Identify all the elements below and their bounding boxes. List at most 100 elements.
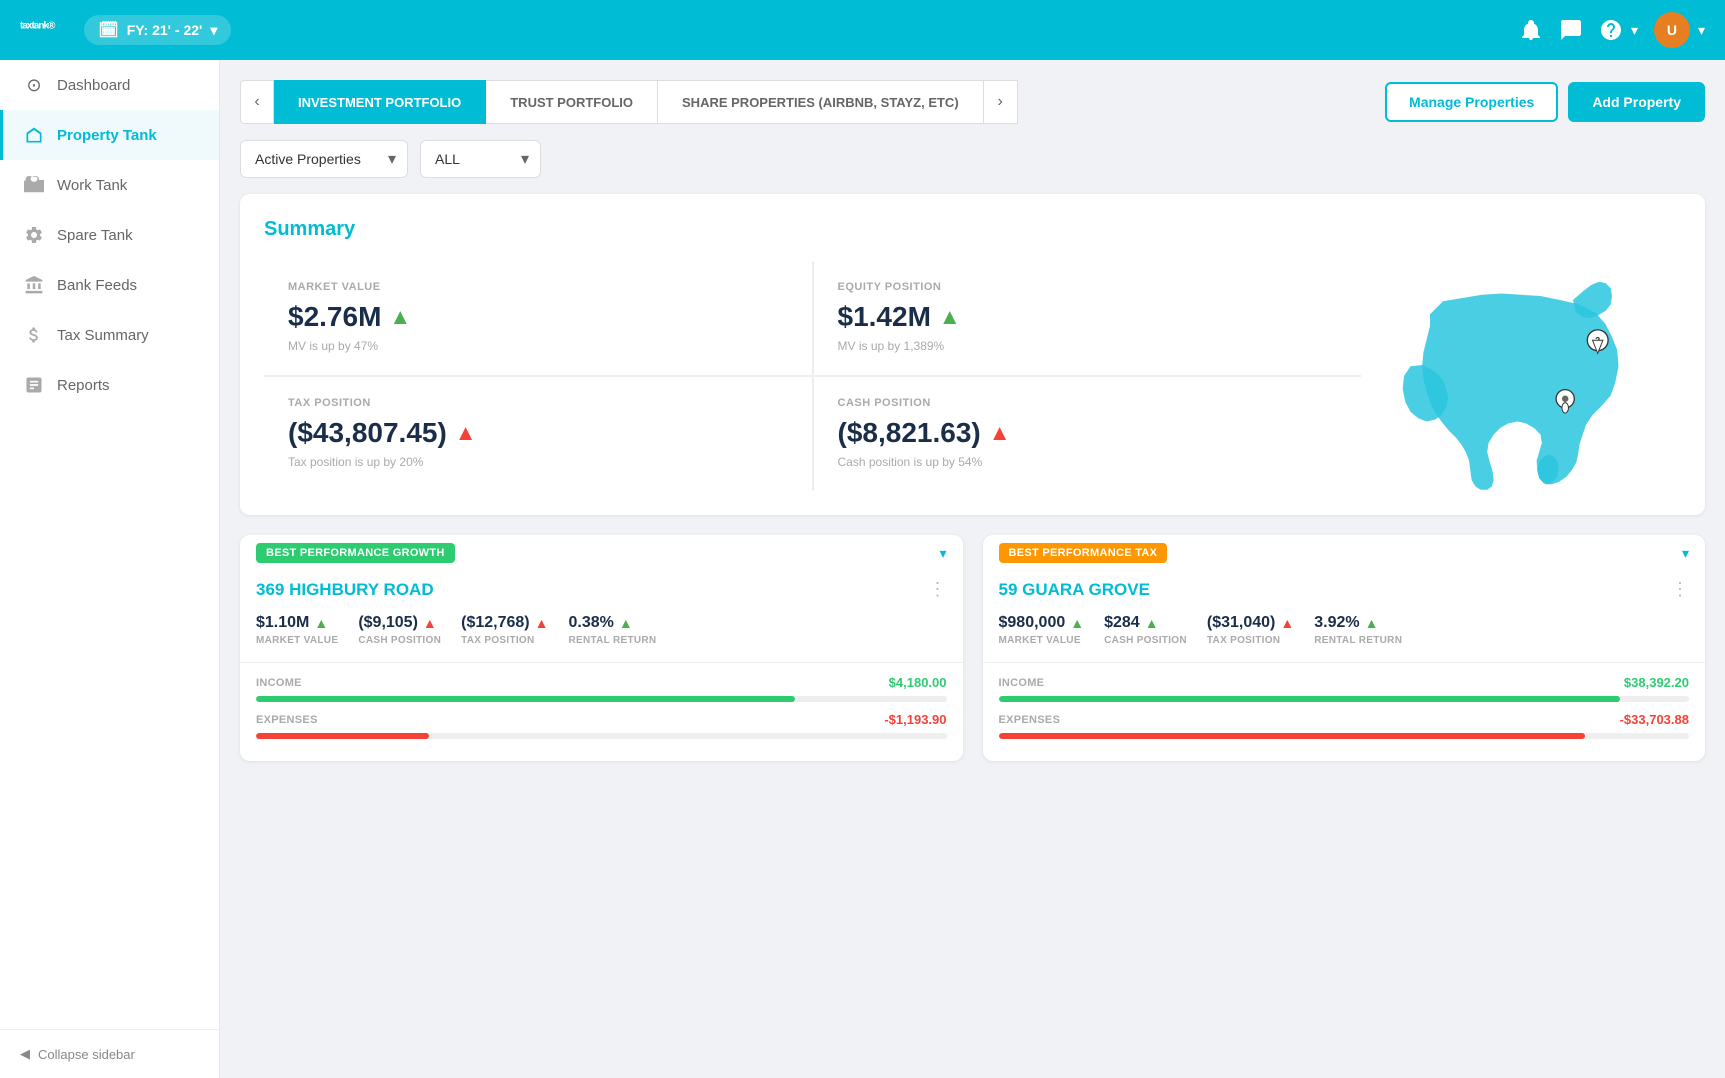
sidebar-item-reports[interactable]: Reports (0, 360, 219, 410)
stat-value: 0.38% (568, 614, 613, 632)
stat-rental-return: 3.92% ▲ RENTAL RETURN (1314, 614, 1402, 646)
metric-subtitle: Cash position is up by 54% (838, 455, 1338, 469)
status-filter[interactable]: Active Properties All Properties Inactiv… (240, 140, 408, 178)
summary-title: Summary (264, 218, 1681, 241)
tab-prev-btn[interactable]: ‹ (240, 80, 274, 124)
stat-cash-position: $284 ▲ CASH POSITION (1104, 614, 1187, 646)
stat-value: $1.10M (256, 614, 309, 632)
metric-label: MARKET VALUE (288, 281, 788, 293)
arrow-up-icon: ▲ (1070, 615, 1084, 631)
sidebar-item-label: Bank Feeds (57, 277, 137, 294)
metric-value-row: ($43,807.45) ▲ (288, 417, 788, 449)
tab-share-properties[interactable]: SHARE PROPERTIES (AIRBNB, STAYZ, ETC) (658, 80, 984, 124)
card-stats-2: $980,000 ▲ MARKET VALUE $284 ▲ CASH POSI… (983, 614, 1706, 662)
tab-label: SHARE PROPERTIES (AIRBNB, STAYZ, ETC) (682, 95, 959, 110)
property-tank-icon (23, 124, 45, 146)
metric-label: CASH POSITION (838, 397, 1338, 409)
metric-value: $1.42M (838, 301, 931, 333)
layout: ⊙ Dashboard Property Tank Work Tank Spar… (0, 0, 1725, 781)
status-filter-wrapper: Active Properties All Properties Inactiv… (240, 140, 408, 178)
metric-value: ($43,807.45) (288, 417, 447, 449)
portfolio-filter[interactable]: ALL Investment Trust (420, 140, 541, 178)
stat-label: CASH POSITION (1104, 635, 1187, 646)
tab-next-btn[interactable]: › (984, 80, 1018, 124)
income-bar (256, 696, 795, 702)
card-badge-bar-2: BEST PERFORMANCE TAX ▾ (983, 535, 1706, 571)
avatar[interactable]: U (1654, 12, 1690, 48)
fy-chevron-icon: ▾ (210, 22, 217, 39)
help-chevron-icon: ▾ (1631, 22, 1638, 39)
metric-label: TAX POSITION (288, 397, 788, 409)
dashboard-icon: ⊙ (23, 74, 45, 96)
arrow-up-red-icon: ▲ (423, 615, 437, 631)
sidebar-item-dashboard[interactable]: ⊙ Dashboard (0, 60, 219, 110)
stat-value: ($12,768) (461, 614, 530, 632)
tab-trust-portfolio[interactable]: TRUST PORTFOLIO (486, 80, 658, 124)
card-stats-1: $1.10M ▲ MARKET VALUE ($9,105) ▲ CASH PO… (240, 614, 963, 662)
sidebar-item-label: Dashboard (57, 77, 130, 94)
arrow-up-red-icon: ▲ (535, 615, 549, 631)
collapse-label: Collapse sidebar (38, 1047, 135, 1062)
metric-cash-position: CASH POSITION ($8,821.63) ▲ Cash positio… (813, 376, 1362, 491)
metric-tax-position: TAX POSITION ($43,807.45) ▲ Tax position… (264, 376, 813, 491)
metric-market-value: MARKET VALUE $2.76M ▲ MV is up by 47% (264, 261, 813, 376)
expenses-value: -$33,703.88 (1620, 712, 1689, 727)
stat-value: $284 (1104, 614, 1140, 632)
card-income-expenses-1: INCOME $4,180.00 EXPENSES -$1,193.90 (240, 662, 963, 761)
chat-icon[interactable] (1559, 18, 1583, 42)
arrow-up-red-icon: ▲ (455, 420, 477, 446)
card-dropdown-icon[interactable]: ▾ (939, 545, 946, 562)
notification-icon[interactable] (1519, 18, 1543, 42)
income-label: INCOME (999, 677, 1045, 689)
tax-summary-icon (23, 324, 45, 346)
stat-label: RENTAL RETURN (1314, 635, 1402, 646)
expenses-bar (999, 733, 1586, 739)
card-address-2[interactable]: 59 GUARA GROVE (999, 580, 1150, 600)
tab-investment-portfolio[interactable]: INVESTMENT PORTFOLIO (274, 80, 486, 124)
sidebar-item-work-tank[interactable]: Work Tank (0, 160, 219, 210)
portfolio-filter-wrapper: ALL Investment Trust (420, 140, 541, 178)
metric-label: EQUITY POSITION (838, 281, 1338, 293)
help-icon[interactable] (1599, 18, 1623, 42)
metric-value-row: ($8,821.63) ▲ (838, 417, 1338, 449)
stat-label: MARKET VALUE (999, 635, 1085, 646)
property-card-2: BEST PERFORMANCE TAX ▾ 59 GUARA GROVE ⋮ … (983, 535, 1706, 761)
fy-selector[interactable]: 🗓 FY: 21' - 22' ▾ (84, 15, 231, 45)
stat-label: RENTAL RETURN (568, 635, 656, 646)
add-property-btn[interactable]: Add Property (1568, 82, 1705, 122)
fy-label: FY: 21' - 22' (127, 22, 203, 38)
expenses-progress (256, 733, 947, 739)
badge-tax: BEST PERFORMANCE TAX (999, 543, 1168, 563)
sidebar-item-bank-feeds[interactable]: Bank Feeds (0, 260, 219, 310)
stat-label: TAX POSITION (1207, 635, 1294, 646)
card-income-expenses-2: INCOME $38,392.20 EXPENSES -$33,703.88 (983, 662, 1706, 761)
card-dropdown-icon[interactable]: ▾ (1682, 545, 1689, 562)
stat-value: ($9,105) (358, 614, 418, 632)
manage-properties-btn[interactable]: Manage Properties (1385, 82, 1558, 122)
tab-label: INVESTMENT PORTFOLIO (298, 95, 461, 110)
arrow-up-icon: ▲ (389, 304, 411, 330)
metric-equity-position: EQUITY POSITION $1.42M ▲ MV is up by 1,3… (813, 261, 1362, 376)
stat-value: $980,000 (999, 614, 1066, 632)
tab-label: TRUST PORTFOLIO (510, 95, 633, 110)
metric-value-row: $1.42M ▲ (838, 301, 1338, 333)
stat-value: 3.92% (1314, 614, 1359, 632)
card-address-row-2: 59 GUARA GROVE ⋮ (983, 571, 1706, 614)
card-address-1[interactable]: 369 HIGHBURY ROAD (256, 580, 434, 600)
logo-text: taxtank (20, 21, 48, 32)
collapse-sidebar-btn[interactable]: ◀ Collapse sidebar (0, 1029, 219, 1078)
sidebar-item-property-tank[interactable]: Property Tank (0, 110, 219, 160)
income-bar (999, 696, 1620, 702)
metric-value: ($8,821.63) (838, 417, 981, 449)
card-menu-icon[interactable]: ⋮ (929, 579, 947, 600)
work-tank-icon (23, 174, 45, 196)
property-cards: BEST PERFORMANCE GROWTH ▾ 369 HIGHBURY R… (240, 535, 1705, 761)
expenses-label: EXPENSES (256, 714, 318, 726)
sidebar: ⊙ Dashboard Property Tank Work Tank Spar… (0, 60, 220, 1078)
card-badge-bar-1: BEST PERFORMANCE GROWTH ▾ (240, 535, 963, 571)
sidebar-item-spare-tank[interactable]: Spare Tank (0, 210, 219, 260)
filters-bar: Active Properties All Properties Inactiv… (240, 140, 1705, 178)
card-menu-icon[interactable]: ⋮ (1671, 579, 1689, 600)
sidebar-item-tax-summary[interactable]: Tax Summary (0, 310, 219, 360)
stat-tax-position: ($12,768) ▲ TAX POSITION (461, 614, 548, 646)
